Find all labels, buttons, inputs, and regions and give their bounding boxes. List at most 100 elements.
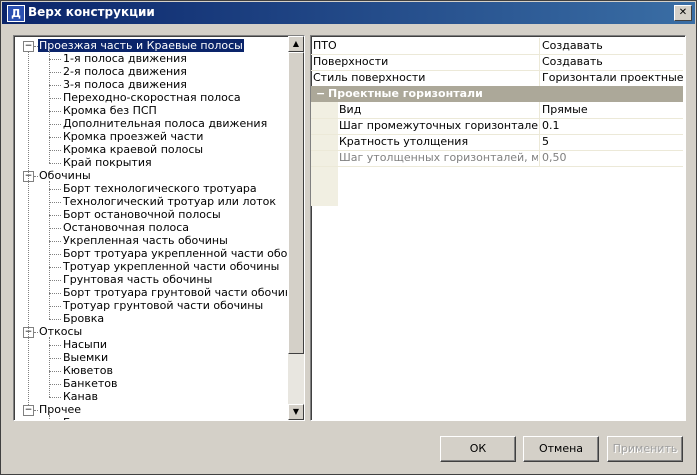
property-value[interactable]: 5: [539, 134, 685, 150]
tree-leaf-item[interactable]: Тротуар укрепленной части обочины: [62, 260, 280, 273]
tree-leaf-item[interactable]: Укрепленная часть обочины: [62, 234, 229, 247]
tree-leaf-item[interactable]: Край покрытия: [62, 156, 153, 169]
tree-connector: [49, 358, 61, 359]
tree-group-item[interactable]: Обочины: [38, 169, 92, 182]
property-value[interactable]: Создавать: [539, 54, 685, 70]
tree-connector: [49, 254, 61, 255]
property-name: Шаг утолщенных горизонталей, м: [339, 151, 538, 164]
property-name: Шаг промежуточных горизонталей, м: [339, 119, 538, 132]
title-bar[interactable]: Д Верх конструкции ✕: [2, 2, 695, 24]
property-value[interactable]: Прямые: [539, 102, 685, 118]
tree-item-label: Кромка без ПСП: [63, 104, 157, 117]
tree-connector: [49, 51, 50, 163]
tree-leaf-item[interactable]: Переходно-скоростная полоса: [62, 91, 242, 104]
tree-leaf-item[interactable]: Дополнительная полоса движения: [62, 117, 268, 130]
scroll-thumb[interactable]: [288, 52, 304, 354]
tree-group-item[interactable]: Проезжая часть и Краевые полосы: [38, 39, 244, 52]
tree-leaf-item[interactable]: Тротуар грунтовой части обочины: [62, 299, 264, 312]
tree-leaf-item[interactable]: Банкетов: [62, 377, 119, 390]
property-row[interactable]: Шаг промежуточных горизонталей, м0.1: [311, 118, 683, 135]
tree-leaf-item[interactable]: Бровка: [62, 312, 105, 325]
tree-scrollbar[interactable]: ▲ ▼: [288, 36, 304, 420]
ok-button[interactable]: ОК: [440, 436, 516, 462]
tree-item-label: Выемки: [63, 351, 109, 364]
tree-connector: [49, 181, 50, 319]
collapse-icon[interactable]: −: [23, 405, 34, 416]
tree-group-item[interactable]: Откосы: [38, 325, 83, 338]
property-row[interactable]: Вид Прямые: [311, 102, 683, 119]
scroll-down-button[interactable]: ▼: [288, 404, 304, 420]
property-value[interactable]: 0,50: [539, 150, 685, 166]
tree-item-label: Бровка: [63, 312, 105, 325]
tree-connector: [49, 384, 61, 385]
tree-item-label: Укрепленная часть обочины: [63, 234, 228, 247]
tree-leaf-item[interactable]: 3-я полоса движения: [62, 78, 188, 91]
tree-leaf-item[interactable]: Борт тротуара укрепленной части обочины: [62, 247, 287, 260]
property-value[interactable]: 0.1: [539, 118, 685, 134]
property-row[interactable]: Кратность утолщения 5: [311, 134, 683, 151]
property-group-header[interactable]: − Проектные горизонтали: [311, 86, 683, 102]
tree-group-item[interactable]: Прочее: [38, 403, 82, 416]
tree-item-label: Грунтовая часть обочины: [63, 273, 213, 286]
cancel-button[interactable]: Отмена: [523, 436, 599, 462]
tree-connector: [49, 202, 61, 203]
tree-item-label: Борт тротуара укрепленной части обочины: [63, 247, 287, 260]
property-name: Поверхности: [313, 55, 389, 68]
property-name: Кратность утолщения: [339, 135, 469, 148]
property-row[interactable]: Поверхности Создавать: [311, 54, 683, 71]
tree-connector: [49, 85, 61, 86]
tree-leaf-item[interactable]: Технологический тротуар или лоток: [62, 195, 277, 208]
tree-connector: [28, 51, 29, 405]
tree-item-label: 3-я полоса движения: [63, 78, 187, 91]
property-name: Вид: [339, 103, 362, 116]
tree-connector: [49, 98, 61, 99]
tree-leaf-item[interactable]: Борт технологического тротуара: [62, 182, 258, 195]
tree-leaf-item[interactable]: Кромка без ПСП: [62, 104, 158, 117]
collapse-icon[interactable]: −: [316, 86, 325, 102]
property-name: ПТО: [313, 39, 337, 52]
tree-leaf-item[interactable]: Кромка краевой полосы: [62, 143, 204, 156]
tree-connector: [49, 150, 61, 151]
tree-leaf-item[interactable]: Насыпи: [62, 338, 108, 351]
tree-item-label: 2-я полоса движения: [63, 65, 187, 78]
tree-leaf-item[interactable]: 1-я полоса движения: [62, 52, 188, 65]
tree-item-label: Тротуар грунтовой части обочины: [63, 299, 264, 312]
tree-item-label: Канав: [63, 390, 98, 403]
tree-connector: [49, 72, 61, 73]
tree-item-label: Технологический тротуар или лоток: [63, 195, 276, 208]
tree-connector: [49, 371, 61, 372]
tree-item-label: 1-я полоса движения: [63, 52, 187, 65]
tree-item-label: Проезжая часть и Краевые полосы: [38, 39, 244, 52]
tree-item-label: Бермы: [62, 416, 102, 420]
tree-leaf-item[interactable]: Борт тротуара грунтовой части обочины: [62, 286, 287, 299]
tree-leaf-item[interactable]: Канав: [62, 390, 99, 403]
property-row[interactable]: Шаг утолщенных горизонталей, м 0,50: [311, 150, 683, 167]
close-button[interactable]: ✕: [674, 5, 692, 21]
tree-leaf-item[interactable]: 2-я полоса движения: [62, 65, 188, 78]
tree-connector: [49, 137, 61, 138]
scroll-up-button[interactable]: ▲: [288, 36, 304, 52]
tree-connector: [49, 163, 61, 164]
tree-leaf-item[interactable]: Остановочная полоса: [62, 221, 190, 234]
tree-connector: [49, 215, 61, 216]
property-row[interactable]: Стиль поверхности Горизонтали проектные: [311, 70, 685, 87]
tree-leaf-item[interactable]: Выемки: [62, 351, 109, 364]
property-value[interactable]: Создавать: [539, 38, 685, 54]
tree-leaf-item[interactable]: Кюветов: [62, 364, 114, 377]
tree-item-label: Обочины: [39, 169, 91, 182]
tree-connector: [49, 241, 61, 242]
tree-item-label: Кромка проезжей части: [63, 130, 204, 143]
tree-item-label: Борт тротуара грунтовой части обочины: [63, 286, 287, 299]
tree-connector: [49, 293, 61, 294]
tree-leaf-item[interactable]: Кромка проезжей части: [62, 130, 204, 143]
tree-connector: [49, 189, 61, 190]
tree-leaf-item[interactable]: Борт остановочной полосы: [62, 208, 222, 221]
property-row[interactable]: ПТО Создавать: [311, 38, 683, 55]
tree-connector: [49, 267, 61, 268]
tree-leaf-item[interactable]: Бермы: [62, 416, 102, 420]
tree-item-label: Дополнительная полоса движения: [63, 117, 268, 130]
property-value[interactable]: Горизонтали проектные: [539, 70, 685, 86]
tree-connector: [49, 345, 61, 346]
apply-button[interactable]: Применить: [607, 436, 683, 462]
tree-leaf-item[interactable]: Грунтовая часть обочины: [62, 273, 213, 286]
